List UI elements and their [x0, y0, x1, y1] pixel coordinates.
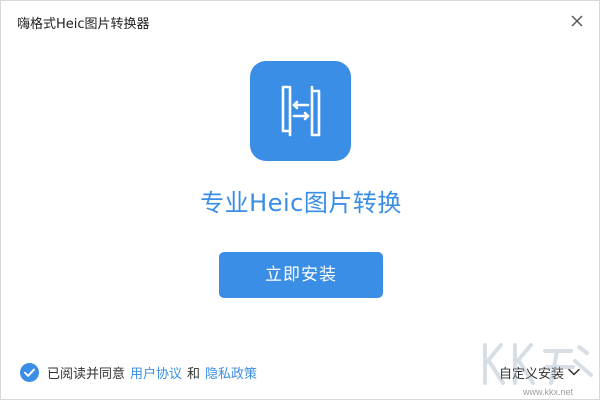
privacy-policy-link[interactable]: 隐私政策	[205, 363, 257, 382]
agreement-row: 已阅读并同意 用户协议 和 隐私政策	[20, 361, 257, 383]
checkmark-icon	[24, 368, 35, 377]
user-agreement-link[interactable]: 用户协议	[130, 363, 182, 382]
installer-window: 嗨格式Heic图片转换器 专业Heic图片转换 立即安装 已阅读并同意 用户协议…	[0, 0, 600, 400]
watermark-url: www.kkx.net	[523, 387, 574, 397]
headline: 专业Heic图片转换	[200, 189, 402, 217]
chevron-down-icon	[568, 368, 580, 376]
close-button[interactable]	[567, 11, 587, 31]
agreement-prefix: 已阅读并同意	[47, 366, 126, 382]
agreement-checkbox[interactable]	[20, 362, 39, 382]
agreement-and: 和	[187, 366, 201, 382]
custom-install-label: 自定义安装	[499, 366, 565, 382]
custom-install-button[interactable]: 自定义安装	[499, 362, 580, 382]
window-title: 嗨格式Heic图片转换器	[17, 17, 150, 32]
heic-converter-logo-icon	[281, 85, 321, 137]
close-icon	[571, 15, 583, 27]
app-logo	[250, 61, 351, 161]
install-now-button[interactable]: 立即安装	[219, 252, 383, 298]
